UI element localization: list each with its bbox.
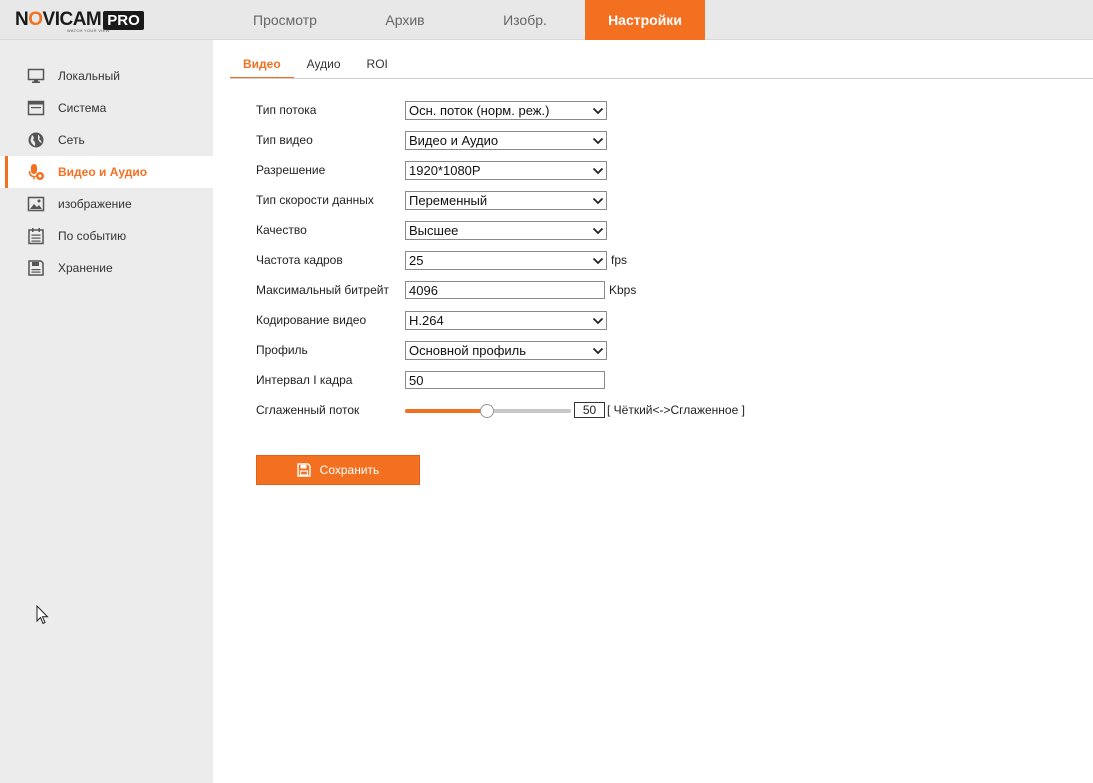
save-icon [296, 463, 311, 477]
profile-select[interactable]: Основной профиль [405, 340, 607, 360]
sidebar-item-label: Видео и Аудио [58, 165, 148, 179]
globe-icon [27, 131, 45, 149]
row-frame-rate: Частота кадров 25 fps [256, 245, 745, 275]
stream-type-value: Осн. поток (норм. реж.) [409, 102, 550, 118]
quality-value: Высшее [409, 222, 459, 238]
chevron-down-icon [592, 347, 604, 354]
brand-pro-badge: PRO [103, 10, 144, 30]
nav-picture[interactable]: Изобр. [465, 0, 585, 40]
frame-rate-label: Частота кадров [256, 253, 343, 267]
sidebar-item-label: Локальный [58, 69, 120, 83]
image-icon [27, 195, 45, 213]
profile-value: Основной профиль [409, 342, 527, 358]
brand-tagline: WATCH YOUR VIEW [67, 28, 110, 33]
top-bar: NOVICAM PRO WATCH YOUR VIEW Просмотр Арх… [0, 0, 1093, 40]
sidebar-item-network[interactable]: Сеть [0, 124, 213, 156]
sidebar-item-system[interactable]: Система [0, 92, 213, 124]
i-frame-input[interactable] [405, 371, 605, 389]
row-i-frame: Интервал I кадра [256, 365, 745, 395]
stream-type-select[interactable]: Осн. поток (норм. реж.) [405, 100, 607, 120]
row-max-bitrate: Максимальный битрейт Kbps [256, 275, 745, 305]
row-smoothing: Сглаженный поток 50 [ Чёткий<->Сглаженно… [256, 395, 745, 425]
sidebar-item-storage[interactable]: Хранение [0, 252, 213, 284]
nav-live-view[interactable]: Просмотр [225, 0, 345, 40]
chevron-down-icon [592, 197, 604, 204]
max-bitrate-label: Максимальный битрейт [256, 283, 389, 297]
sidebar-item-label: Хранение [58, 261, 113, 275]
slider-thumb[interactable] [480, 403, 495, 418]
sidebar-item-label: изображение [58, 197, 132, 211]
brand-logo: NOVICAM PRO WATCH YOUR VIEW [15, 9, 144, 33]
chevron-down-icon [592, 317, 604, 324]
bitrate-type-value: Переменный [409, 192, 488, 208]
settings-sidebar: Локальный Система Сеть Видео и Аудио изо… [0, 40, 213, 783]
tab-roi[interactable]: ROI [354, 53, 401, 79]
profile-label: Профиль [256, 343, 308, 357]
encoding-value: H.264 [409, 312, 444, 328]
nav-archive[interactable]: Архив [345, 0, 465, 40]
row-resolution: Разрешение 1920*1080P [256, 155, 745, 185]
storage-icon [27, 259, 45, 277]
video-settings-form: Тип потока Осн. поток (норм. реж.) Тип в… [256, 95, 745, 425]
slider-fill [405, 408, 488, 413]
sidebar-item-image[interactable]: изображение [0, 188, 213, 220]
sidebar-item-label: Система [58, 101, 107, 115]
stream-type-label: Тип потока [256, 103, 317, 117]
system-window-icon [27, 99, 45, 117]
row-bitrate-type: Тип скорости данных Переменный [256, 185, 745, 215]
mouse-pointer-icon [36, 605, 49, 625]
row-quality: Качество Высшее [256, 215, 745, 245]
resolution-value: 1920*1080P [409, 162, 481, 178]
calendar-list-icon [27, 227, 45, 245]
row-video-type: Тип видео Видео и Аудио [256, 125, 745, 155]
video-type-label: Тип видео [256, 133, 313, 147]
microphone-settings-icon [27, 163, 45, 181]
frame-rate-unit: fps [611, 253, 628, 267]
smoothing-slider[interactable] [405, 401, 571, 420]
frame-rate-select[interactable]: 25 [405, 250, 607, 270]
tab-video[interactable]: Видео [230, 53, 294, 79]
tabs-divider [230, 78, 1093, 79]
sidebar-item-local[interactable]: Локальный [0, 60, 213, 92]
smoothing-value-box[interactable]: 50 [574, 402, 605, 418]
frame-rate-value: 25 [409, 252, 424, 268]
save-button-label: Сохранить [319, 463, 380, 477]
encoding-label: Кодирование видео [256, 313, 367, 327]
smoothing-label: Сглаженный поток [256, 403, 360, 417]
row-stream-type: Тип потока Осн. поток (норм. реж.) [256, 95, 745, 125]
chevron-down-icon [592, 257, 604, 264]
quality-label: Качество [256, 223, 307, 237]
quality-select[interactable]: Высшее [405, 220, 607, 240]
sidebar-item-video-audio[interactable]: Видео и Аудио [0, 156, 213, 188]
save-button[interactable]: Сохранить [256, 455, 420, 485]
max-bitrate-unit: Kbps [609, 283, 637, 297]
video-tabs: Видео Аудио ROI [230, 53, 401, 79]
resolution-select[interactable]: 1920*1080P [405, 160, 607, 180]
bitrate-type-select[interactable]: Переменный [405, 190, 607, 210]
main-nav: Просмотр Архив Изобр. Настройки [225, 0, 705, 40]
max-bitrate-input[interactable] [405, 281, 605, 299]
encoding-select[interactable]: H.264 [405, 310, 607, 330]
chevron-down-icon [592, 227, 604, 234]
video-type-select[interactable]: Видео и Аудио [405, 130, 607, 150]
monitor-icon [27, 67, 45, 85]
chevron-down-icon [592, 167, 604, 174]
bitrate-type-label: Тип скорости данных [256, 193, 374, 207]
i-frame-label: Интервал I кадра [256, 373, 353, 387]
sidebar-item-label: По событию [58, 229, 127, 243]
settings-content: Видео Аудио ROI Тип потока Осн. поток (н… [213, 40, 1093, 783]
smoothing-hint: [ Чёткий<->Сглаженное ] [607, 403, 745, 417]
sidebar-item-label: Сеть [58, 133, 85, 147]
chevron-down-icon [592, 107, 604, 114]
row-profile: Профиль Основной профиль [256, 335, 745, 365]
row-encoding: Кодирование видео H.264 [256, 305, 745, 335]
brand-name: NOVICAM [15, 9, 102, 30]
chevron-down-icon [592, 137, 604, 144]
video-type-value: Видео и Аудио [409, 132, 499, 148]
nav-settings[interactable]: Настройки [585, 0, 705, 40]
sidebar-item-event[interactable]: По событию [0, 220, 213, 252]
resolution-label: Разрешение [256, 163, 326, 177]
tab-audio[interactable]: Аудио [294, 53, 354, 79]
